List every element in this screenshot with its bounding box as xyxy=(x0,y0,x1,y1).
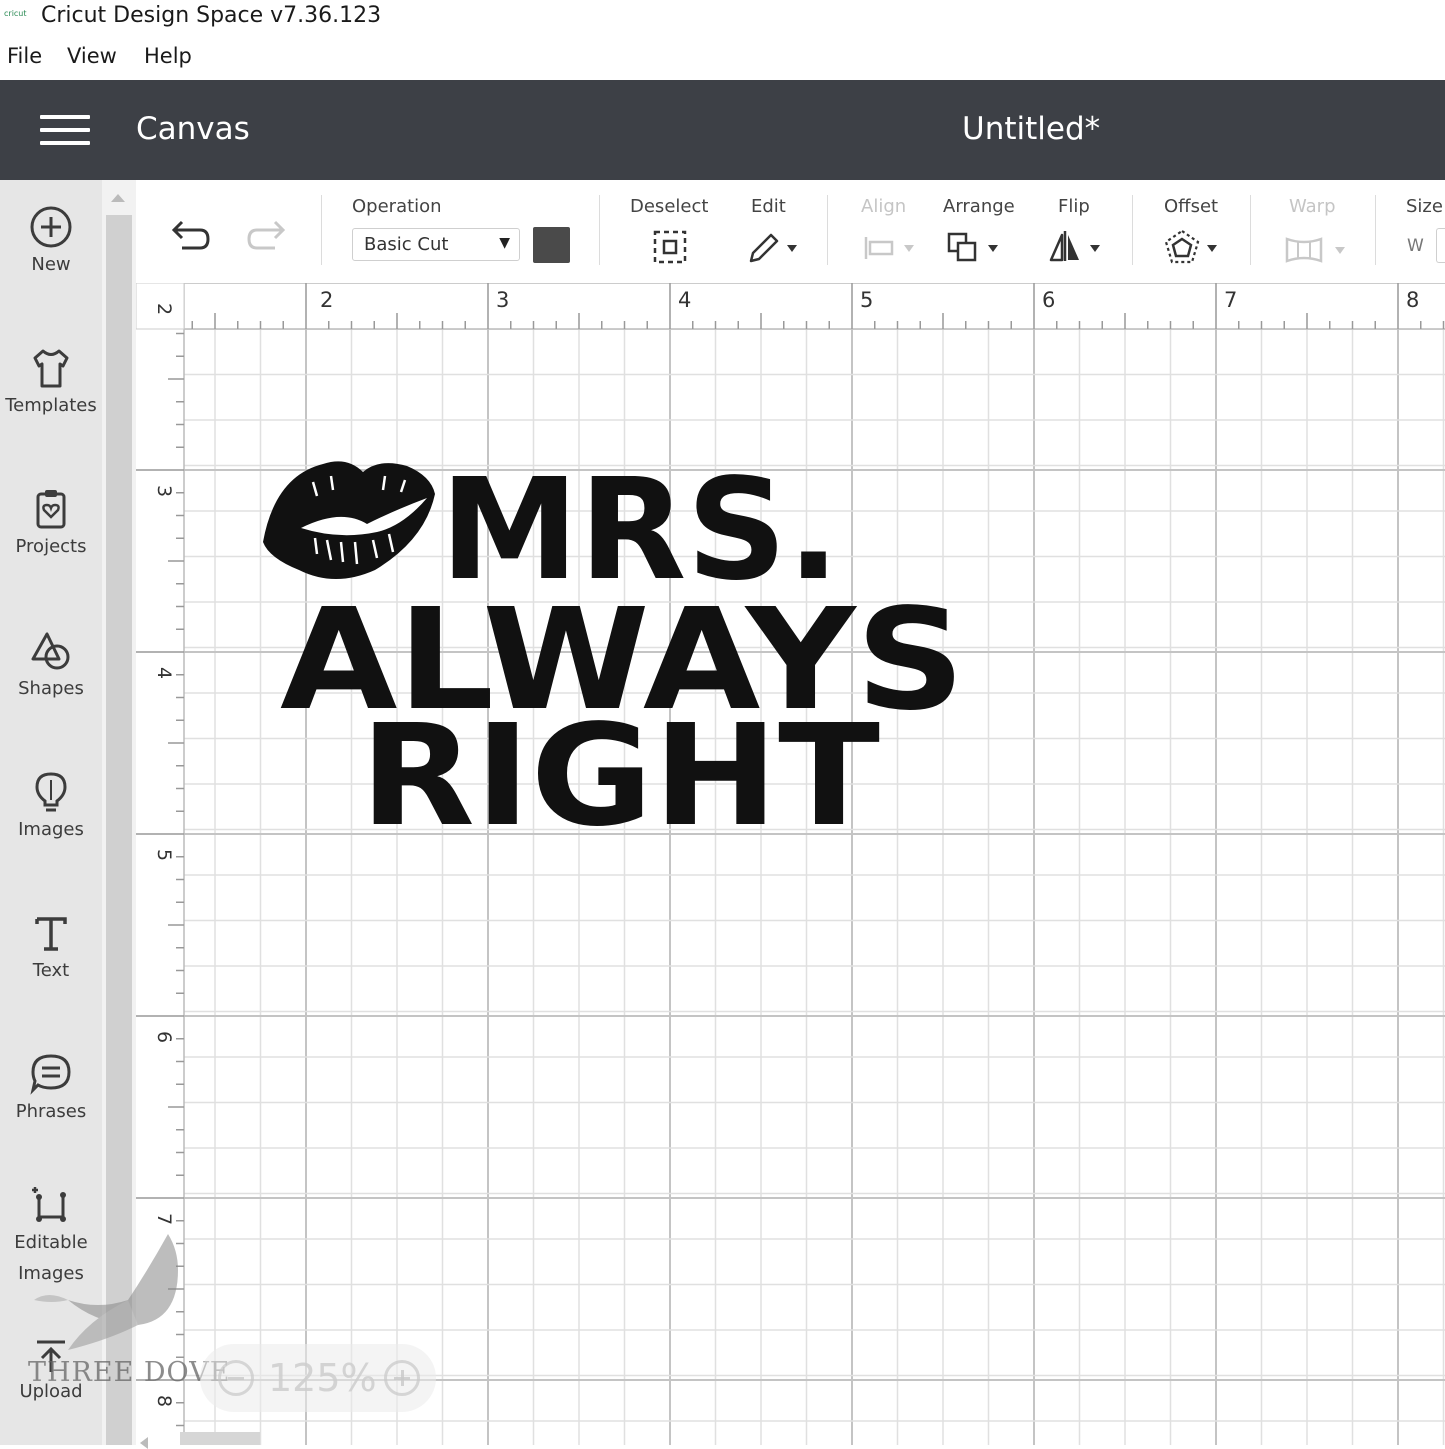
ruler-h-label: 8 xyxy=(1406,288,1419,312)
toolbar-divider xyxy=(321,195,322,265)
shapes-icon xyxy=(31,632,70,670)
sidebar-label-text: Text xyxy=(32,960,70,981)
operation-select[interactable]: Basic Cut ▼ xyxy=(352,228,520,261)
ruler-h-label: 5 xyxy=(860,288,873,312)
sidebar-label-projects: Projects xyxy=(15,536,87,557)
lightbulb-icon xyxy=(35,772,67,812)
sidebar-item-images[interactable]: Images xyxy=(0,770,102,845)
offset-label: Offset xyxy=(1164,196,1219,217)
lips-icon[interactable] xyxy=(263,461,435,579)
sidebar-label-images: Images xyxy=(18,819,84,840)
ruler-h-label: 4 xyxy=(678,288,691,312)
clipboard-heart-icon xyxy=(36,490,66,529)
design-artwork[interactable]: MRS. ALWAYS RIGHT xyxy=(255,430,975,840)
menu-file[interactable]: File xyxy=(7,44,42,68)
section-title: Canvas xyxy=(136,111,250,147)
text-t-icon xyxy=(35,917,67,951)
ruler-h-label: 3 xyxy=(496,288,509,312)
ruler-v-label: 7 xyxy=(153,1213,175,1225)
sidebar-item-templates[interactable]: Templates xyxy=(0,346,102,421)
scroll-left-arrow-icon[interactable] xyxy=(140,1437,148,1449)
deselect-label: Deselect xyxy=(630,196,709,217)
operation-value: Basic Cut xyxy=(364,234,449,255)
ruler-h-label: 2 xyxy=(320,288,333,312)
toolbar-divider xyxy=(599,195,600,265)
design-text-line3: RIGHT xyxy=(360,695,880,840)
ruler-v-label: 6 xyxy=(153,1031,175,1043)
ruler-v-label: 4 xyxy=(153,667,175,679)
plus-circle-icon xyxy=(30,206,72,248)
ruler-v-label: 5 xyxy=(153,849,175,861)
toolbar-divider xyxy=(1250,195,1251,265)
ruler-h-label: 7 xyxy=(1224,288,1237,312)
offset-icon[interactable] xyxy=(1163,228,1223,266)
redo-icon[interactable] xyxy=(245,218,289,254)
warp-icon xyxy=(1285,237,1345,263)
ruler-h-label: 6 xyxy=(1042,288,1055,312)
ruler-v-label: 2 xyxy=(153,303,175,315)
hamburger-menu-icon[interactable] xyxy=(40,115,90,147)
zoom-out-icon[interactable] xyxy=(218,1360,254,1396)
arrange-icon[interactable] xyxy=(946,229,1006,265)
toolbar-divider xyxy=(1375,195,1376,265)
zoom-level: 125% xyxy=(268,1356,377,1400)
size-width-label: W xyxy=(1407,236,1424,256)
sidebar-item-phrases[interactable]: Phrases xyxy=(0,1052,102,1127)
edit-label: Edit xyxy=(751,196,786,217)
canvas-horizontal-scroll-thumb[interactable] xyxy=(180,1432,260,1445)
align-icon xyxy=(864,237,914,259)
sidebar-item-text[interactable]: Text xyxy=(0,911,102,986)
align-label: Align xyxy=(861,196,907,217)
scroll-up-arrow-icon[interactable] xyxy=(111,194,125,202)
size-label: Size xyxy=(1406,196,1443,217)
chevron-down-icon: ▼ xyxy=(499,235,510,251)
flip-icon[interactable] xyxy=(1048,227,1108,265)
menu-help[interactable]: Help xyxy=(144,44,192,68)
toolbar-divider xyxy=(827,195,828,265)
editable-image-icon xyxy=(32,1187,66,1222)
menu-view[interactable]: View xyxy=(67,44,117,68)
speech-bubble-icon xyxy=(30,1054,71,1095)
document-title[interactable]: Untitled* xyxy=(962,111,1100,147)
toolbar-divider xyxy=(1132,195,1133,265)
arrange-label: Arrange xyxy=(943,196,1015,217)
menu-bar: File View Help xyxy=(0,40,1445,76)
cricut-logo-icon: cricut xyxy=(4,9,27,18)
zoom-in-icon[interactable] xyxy=(384,1360,420,1396)
sidebar-label-templates: Templates xyxy=(5,395,97,416)
operation-color-swatch[interactable] xyxy=(533,227,570,263)
sidebar-label-new: New xyxy=(31,254,71,275)
sidebar-item-new[interactable]: New xyxy=(0,205,102,280)
warp-label: Warp xyxy=(1289,196,1336,217)
flip-label: Flip xyxy=(1058,196,1090,217)
operation-label: Operation xyxy=(352,196,442,217)
edit-pencil-icon[interactable] xyxy=(745,229,801,265)
undo-icon[interactable] xyxy=(168,218,212,254)
tshirt-icon xyxy=(33,349,69,388)
title-bar: cricut Cricut Design Space v7.36.123 xyxy=(0,0,1445,36)
sidebar-item-projects[interactable]: Projects xyxy=(0,487,102,562)
sidebar-label-phrases: Phrases xyxy=(15,1101,87,1122)
sidebar-item-shapes[interactable]: Shapes xyxy=(0,629,102,704)
ruler-v-label: 3 xyxy=(153,485,175,497)
deselect-icon[interactable] xyxy=(652,229,688,265)
size-width-input[interactable] xyxy=(1436,228,1445,263)
sidebar-label-shapes: Shapes xyxy=(18,678,84,699)
window-title: Cricut Design Space v7.36.123 xyxy=(41,3,382,28)
